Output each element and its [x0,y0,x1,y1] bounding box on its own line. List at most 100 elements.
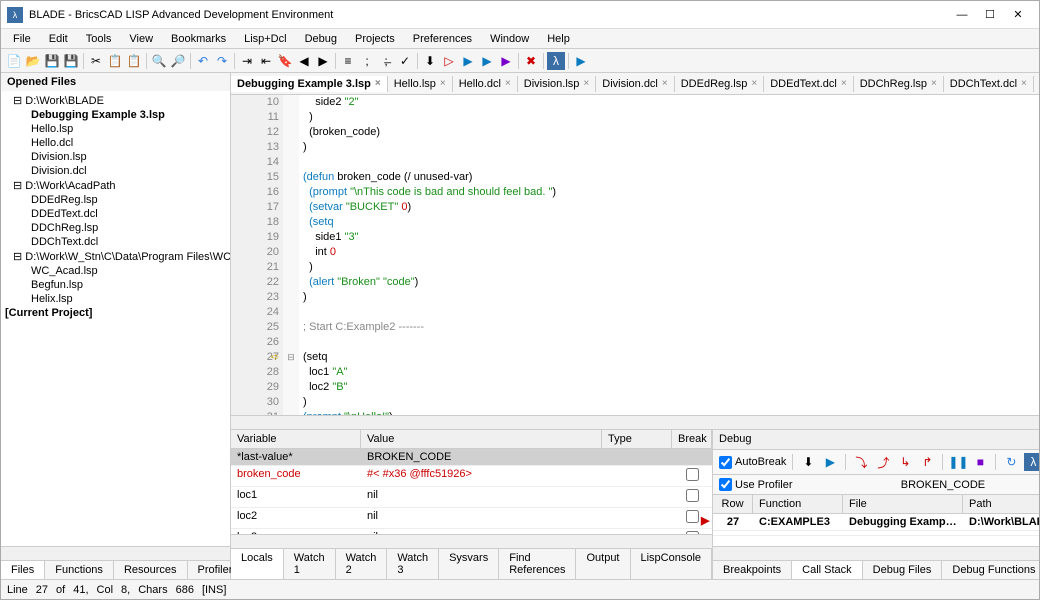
close-tab-icon[interactable]: × [505,78,511,89]
lambda-debug-icon[interactable]: λ [1024,453,1039,471]
debug-tab-call-stack[interactable]: Call Stack [792,561,863,579]
left-tab-files[interactable]: Files [1,561,45,579]
step-into-icon[interactable]: ▶ [459,52,477,70]
close-tab-icon[interactable]: × [583,78,589,89]
bottom-tab-output[interactable]: Output [576,549,630,579]
editor-tab[interactable]: WC_Acad.lsp× [1034,76,1039,92]
new-file-icon[interactable]: 📄 [5,52,23,70]
indent-icon[interactable]: ⇥ [238,52,256,70]
run-selection-icon[interactable]: ▷ [440,52,458,70]
cut-icon[interactable]: ✂ [87,52,105,70]
menu-view[interactable]: View [121,31,161,47]
step-out-icon[interactable]: ⤴ [874,453,892,471]
col-value[interactable]: Value [361,430,602,448]
tree-item[interactable]: Begfun.lsp [1,278,230,292]
col-path[interactable]: Path [963,495,1039,513]
bookmark-icon[interactable]: 🔖 [276,52,294,70]
bottom-tab-locals[interactable]: Locals [231,549,284,579]
close-tab-icon[interactable]: × [1021,78,1027,89]
copy-icon[interactable]: 📋 [106,52,124,70]
col-function[interactable]: Function [753,495,843,513]
useprofiler-checkbox[interactable]: Use Profiler [719,478,792,491]
pause-icon[interactable]: ❚❚ [949,453,967,471]
menu-edit[interactable]: Edit [41,31,76,47]
code-area[interactable]: side2 "2" ) (broken_code))(defun broken_… [299,95,1039,415]
open-file-icon[interactable]: 📂 [24,52,42,70]
tree-item[interactable]: Hello.dcl [1,136,230,150]
break-checkbox[interactable] [686,468,699,481]
step-next-icon[interactable]: ↳ [896,453,914,471]
stack-row[interactable]: ▶27C:EXAMPLE3Debugging Example ...D:\Wor… [713,514,1039,531]
menu-bookmarks[interactable]: Bookmarks [163,31,234,47]
left-scrollbar[interactable] [1,546,230,560]
editor-tab[interactable]: Hello.lsp× [388,76,453,92]
editor-tab[interactable]: Division.dcl× [596,76,674,92]
editor-tab[interactable]: DDChText.dcl× [944,76,1034,92]
menu-file[interactable]: File [5,31,39,47]
prev-bookmark-icon[interactable]: ◀ [295,52,313,70]
editor-tab[interactable]: Debugging Example 3.lsp× [231,76,388,92]
find-icon[interactable]: 🔍 [150,52,168,70]
col-file[interactable]: File [843,495,963,513]
col-row[interactable]: Row [713,495,753,513]
uncomment-icon[interactable]: ;̶ [377,52,395,70]
step-over-icon[interactable]: ▶ [478,52,496,70]
save-icon[interactable]: 💾 [43,52,61,70]
tree-item[interactable]: DDChText.dcl [1,235,230,249]
variable-row[interactable]: broken_code#< #x36 @fffc51926> [231,466,712,487]
debug-tab-breakpoints[interactable]: Breakpoints [713,561,792,579]
debug-tab-debug-functions[interactable]: Debug Functions [942,561,1039,579]
bottom-tab-watch-3[interactable]: Watch 3 [387,549,439,579]
file-tree[interactable]: ⊟ D:\Work\BLADEDebugging Example 3.lspHe… [1,91,230,546]
debug-run-icon[interactable]: ▶ [572,52,590,70]
break-checkbox[interactable] [686,510,699,523]
menu-lispdcl[interactable]: Lisp+Dcl [236,31,295,47]
callstack-body[interactable]: ▶27C:EXAMPLE3Debugging Example ...D:\Wor… [713,514,1039,546]
tree-item[interactable]: Debugging Example 3.lsp [1,108,230,122]
maximize-button[interactable]: ☐ [983,8,997,22]
bottom-tab-watch-1[interactable]: Watch 1 [284,549,336,579]
minimize-button[interactable]: — [955,8,969,22]
bottom-tab-find-references[interactable]: Find References [499,549,576,579]
left-tab-resources[interactable]: Resources [114,561,188,579]
format-icon[interactable]: ≡ [339,52,357,70]
code-editor[interactable]: 101112131415161718192021222324252627➪282… [231,95,1039,415]
break-checkbox[interactable] [686,489,699,502]
variable-row[interactable]: *last-value*BROKEN_CODE [231,449,712,466]
continue-icon[interactable]: ▶ [497,52,515,70]
close-tab-icon[interactable]: × [375,78,381,89]
editor-tab[interactable]: Hello.dcl× [453,76,518,92]
debug-tab-debug-files[interactable]: Debug Files [863,561,943,579]
vars-scrollbar[interactable] [231,534,712,548]
variable-row[interactable]: loc1nil [231,487,712,508]
tree-item[interactable]: DDEdText.dcl [1,207,230,221]
bottom-tab-watch-2[interactable]: Watch 2 [336,549,388,579]
stack-scrollbar[interactable] [713,546,1039,560]
step-in-icon[interactable]: ⤵ [852,453,870,471]
find-next-icon[interactable]: 🔎 [169,52,187,70]
tree-item[interactable]: WC_Acad.lsp [1,264,230,278]
menu-preferences[interactable]: Preferences [405,31,480,47]
outdent-icon[interactable]: ⇤ [257,52,275,70]
editor-tab[interactable]: Division.lsp× [518,76,596,92]
editor-scrollbar[interactable] [231,415,1039,429]
tree-item[interactable]: ⊟ D:\Work\AcadPath [1,178,230,193]
close-tab-icon[interactable]: × [931,78,937,89]
tree-item[interactable]: Division.lsp [1,150,230,164]
stack-row[interactable] [713,531,1039,536]
paste-icon[interactable]: 📋 [125,52,143,70]
save-all-icon[interactable]: 💾 [62,52,80,70]
check-icon[interactable]: ✓ [396,52,414,70]
menu-window[interactable]: Window [482,31,537,47]
refresh-icon[interactable]: ↻ [1002,453,1020,471]
tree-item[interactable]: Helix.lsp [1,292,230,306]
step-prev-icon[interactable]: ↱ [918,453,936,471]
col-break[interactable]: Break [672,430,712,448]
editor-tab[interactable]: DDEdText.dcl× [764,76,853,92]
editor-tab[interactable]: DDEdReg.lsp× [675,76,764,92]
tree-item[interactable]: Hello.lsp [1,122,230,136]
left-tab-functions[interactable]: Functions [45,561,114,579]
tree-item[interactable]: DDChReg.lsp [1,221,230,235]
load-icon[interactable]: ⬇ [421,52,439,70]
close-tab-icon[interactable]: × [841,78,847,89]
